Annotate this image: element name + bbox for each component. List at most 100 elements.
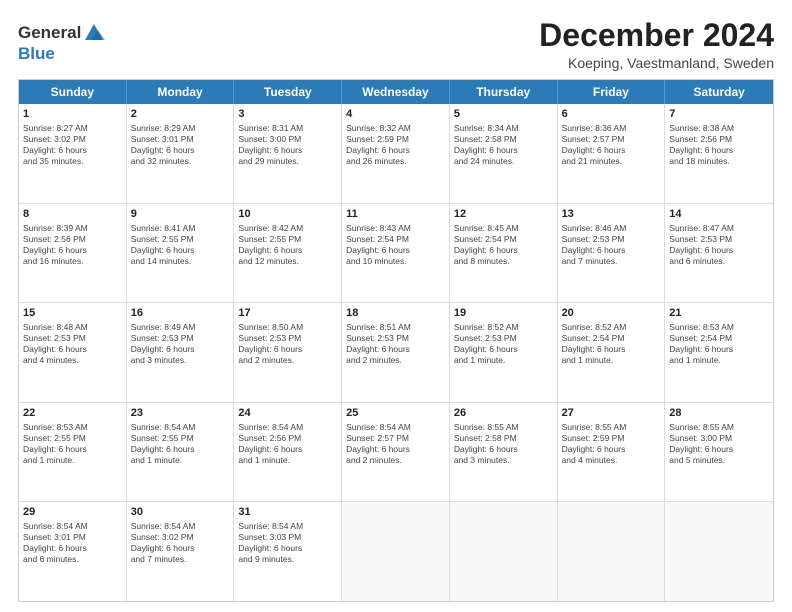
calendar-day-cell: 11Sunrise: 8:43 AM Sunset: 2:54 PM Dayli… <box>342 204 450 303</box>
day-number: 15 <box>23 306 122 321</box>
day-number: 16 <box>131 306 230 321</box>
calendar-day-cell: 30Sunrise: 8:54 AM Sunset: 3:02 PM Dayli… <box>127 502 235 601</box>
calendar-day-cell: 14Sunrise: 8:47 AM Sunset: 2:53 PM Dayli… <box>665 204 773 303</box>
day-info: Sunrise: 8:50 AM Sunset: 2:53 PM Dayligh… <box>238 322 337 366</box>
calendar-day-cell: 25Sunrise: 8:54 AM Sunset: 2:57 PM Dayli… <box>342 403 450 502</box>
calendar-day-cell: 4Sunrise: 8:32 AM Sunset: 2:59 PM Daylig… <box>342 104 450 203</box>
day-number: 12 <box>454 207 553 222</box>
day-info: Sunrise: 8:54 AM Sunset: 2:57 PM Dayligh… <box>346 422 445 466</box>
day-number: 20 <box>562 306 661 321</box>
calendar-day-cell <box>665 502 773 601</box>
day-number: 7 <box>669 107 769 122</box>
calendar-day-cell: 1Sunrise: 8:27 AM Sunset: 3:02 PM Daylig… <box>19 104 127 203</box>
calendar-day-cell: 24Sunrise: 8:54 AM Sunset: 2:56 PM Dayli… <box>234 403 342 502</box>
logo: General Blue <box>18 22 105 64</box>
calendar-day-cell: 23Sunrise: 8:54 AM Sunset: 2:55 PM Dayli… <box>127 403 235 502</box>
day-info: Sunrise: 8:52 AM Sunset: 2:54 PM Dayligh… <box>562 322 661 366</box>
day-number: 18 <box>346 306 445 321</box>
calendar-day-cell: 29Sunrise: 8:54 AM Sunset: 3:01 PM Dayli… <box>19 502 127 601</box>
day-info: Sunrise: 8:42 AM Sunset: 2:55 PM Dayligh… <box>238 223 337 267</box>
calendar-week-row: 15Sunrise: 8:48 AM Sunset: 2:53 PM Dayli… <box>19 303 773 403</box>
calendar-header-day: Sunday <box>19 80 127 104</box>
day-number: 2 <box>131 107 230 122</box>
day-info: Sunrise: 8:54 AM Sunset: 2:55 PM Dayligh… <box>131 422 230 466</box>
calendar-day-cell: 15Sunrise: 8:48 AM Sunset: 2:53 PM Dayli… <box>19 303 127 402</box>
day-number: 1 <box>23 107 122 122</box>
calendar-day-cell: 13Sunrise: 8:46 AM Sunset: 2:53 PM Dayli… <box>558 204 666 303</box>
day-info: Sunrise: 8:48 AM Sunset: 2:53 PM Dayligh… <box>23 322 122 366</box>
day-info: Sunrise: 8:27 AM Sunset: 3:02 PM Dayligh… <box>23 123 122 167</box>
day-number: 25 <box>346 406 445 421</box>
calendar-day-cell: 19Sunrise: 8:52 AM Sunset: 2:53 PM Dayli… <box>450 303 558 402</box>
calendar-body: 1Sunrise: 8:27 AM Sunset: 3:02 PM Daylig… <box>19 104 773 601</box>
calendar-day-cell: 9Sunrise: 8:41 AM Sunset: 2:55 PM Daylig… <box>127 204 235 303</box>
calendar-day-cell: 26Sunrise: 8:55 AM Sunset: 2:58 PM Dayli… <box>450 403 558 502</box>
day-number: 17 <box>238 306 337 321</box>
day-number: 19 <box>454 306 553 321</box>
logo-icon <box>83 22 105 44</box>
calendar-day-cell: 28Sunrise: 8:55 AM Sunset: 3:00 PM Dayli… <box>665 403 773 502</box>
calendar-week-row: 1Sunrise: 8:27 AM Sunset: 3:02 PM Daylig… <box>19 104 773 204</box>
calendar-day-cell: 22Sunrise: 8:53 AM Sunset: 2:55 PM Dayli… <box>19 403 127 502</box>
calendar-week-row: 29Sunrise: 8:54 AM Sunset: 3:01 PM Dayli… <box>19 502 773 601</box>
day-info: Sunrise: 8:52 AM Sunset: 2:53 PM Dayligh… <box>454 322 553 366</box>
day-info: Sunrise: 8:34 AM Sunset: 2:58 PM Dayligh… <box>454 123 553 167</box>
day-info: Sunrise: 8:53 AM Sunset: 2:54 PM Dayligh… <box>669 322 769 366</box>
calendar-day-cell: 5Sunrise: 8:34 AM Sunset: 2:58 PM Daylig… <box>450 104 558 203</box>
day-number: 31 <box>238 505 337 520</box>
day-info: Sunrise: 8:55 AM Sunset: 2:59 PM Dayligh… <box>562 422 661 466</box>
calendar-day-cell: 12Sunrise: 8:45 AM Sunset: 2:54 PM Dayli… <box>450 204 558 303</box>
calendar-week-row: 22Sunrise: 8:53 AM Sunset: 2:55 PM Dayli… <box>19 403 773 503</box>
header: General Blue December 2024 Koeping, Vaes… <box>18 18 774 71</box>
title-block: December 2024 Koeping, Vaestmanland, Swe… <box>539 18 774 71</box>
day-info: Sunrise: 8:54 AM Sunset: 3:03 PM Dayligh… <box>238 521 337 565</box>
day-number: 10 <box>238 207 337 222</box>
day-number: 30 <box>131 505 230 520</box>
calendar-day-cell <box>558 502 666 601</box>
calendar-day-cell <box>342 502 450 601</box>
day-info: Sunrise: 8:32 AM Sunset: 2:59 PM Dayligh… <box>346 123 445 167</box>
day-number: 24 <box>238 406 337 421</box>
calendar-day-cell: 8Sunrise: 8:39 AM Sunset: 2:56 PM Daylig… <box>19 204 127 303</box>
calendar-day-cell: 18Sunrise: 8:51 AM Sunset: 2:53 PM Dayli… <box>342 303 450 402</box>
day-info: Sunrise: 8:31 AM Sunset: 3:00 PM Dayligh… <box>238 123 337 167</box>
day-number: 22 <box>23 406 122 421</box>
day-number: 26 <box>454 406 553 421</box>
day-number: 9 <box>131 207 230 222</box>
day-number: 3 <box>238 107 337 122</box>
main-title: December 2024 <box>539 18 774 53</box>
day-info: Sunrise: 8:53 AM Sunset: 2:55 PM Dayligh… <box>23 422 122 466</box>
day-number: 27 <box>562 406 661 421</box>
day-info: Sunrise: 8:29 AM Sunset: 3:01 PM Dayligh… <box>131 123 230 167</box>
day-number: 8 <box>23 207 122 222</box>
page: General Blue December 2024 Koeping, Vaes… <box>0 0 792 612</box>
day-info: Sunrise: 8:54 AM Sunset: 3:02 PM Dayligh… <box>131 521 230 565</box>
calendar-day-cell: 27Sunrise: 8:55 AM Sunset: 2:59 PM Dayli… <box>558 403 666 502</box>
day-number: 4 <box>346 107 445 122</box>
day-info: Sunrise: 8:51 AM Sunset: 2:53 PM Dayligh… <box>346 322 445 366</box>
day-number: 28 <box>669 406 769 421</box>
calendar-day-cell: 6Sunrise: 8:36 AM Sunset: 2:57 PM Daylig… <box>558 104 666 203</box>
calendar-header-day: Tuesday <box>234 80 342 104</box>
calendar-day-cell: 20Sunrise: 8:52 AM Sunset: 2:54 PM Dayli… <box>558 303 666 402</box>
day-number: 13 <box>562 207 661 222</box>
logo-blue-text: Blue <box>18 44 55 64</box>
calendar-day-cell: 16Sunrise: 8:49 AM Sunset: 2:53 PM Dayli… <box>127 303 235 402</box>
calendar-header-day: Wednesday <box>342 80 450 104</box>
day-info: Sunrise: 8:55 AM Sunset: 3:00 PM Dayligh… <box>669 422 769 466</box>
calendar: SundayMondayTuesdayWednesdayThursdayFrid… <box>18 79 774 602</box>
day-info: Sunrise: 8:43 AM Sunset: 2:54 PM Dayligh… <box>346 223 445 267</box>
calendar-day-cell: 31Sunrise: 8:54 AM Sunset: 3:03 PM Dayli… <box>234 502 342 601</box>
calendar-header-day: Thursday <box>450 80 558 104</box>
calendar-day-cell: 21Sunrise: 8:53 AM Sunset: 2:54 PM Dayli… <box>665 303 773 402</box>
day-info: Sunrise: 8:54 AM Sunset: 3:01 PM Dayligh… <box>23 521 122 565</box>
subtitle: Koeping, Vaestmanland, Sweden <box>539 55 774 71</box>
calendar-day-cell <box>450 502 558 601</box>
day-info: Sunrise: 8:41 AM Sunset: 2:55 PM Dayligh… <box>131 223 230 267</box>
day-number: 23 <box>131 406 230 421</box>
day-info: Sunrise: 8:39 AM Sunset: 2:56 PM Dayligh… <box>23 223 122 267</box>
calendar-header-day: Monday <box>127 80 235 104</box>
day-info: Sunrise: 8:55 AM Sunset: 2:58 PM Dayligh… <box>454 422 553 466</box>
day-info: Sunrise: 8:54 AM Sunset: 2:56 PM Dayligh… <box>238 422 337 466</box>
calendar-header-row: SundayMondayTuesdayWednesdayThursdayFrid… <box>19 80 773 104</box>
